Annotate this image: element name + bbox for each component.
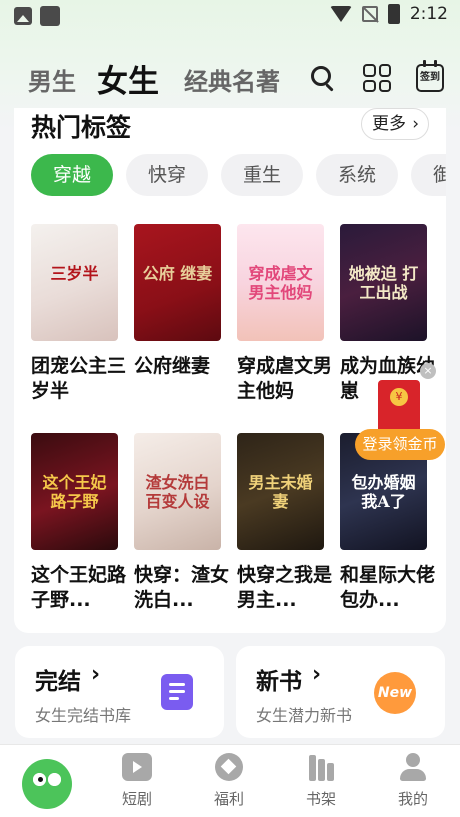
cover-text: 三岁半 [50, 264, 99, 283]
new-badge-icon: New [374, 672, 416, 714]
chevron-right-icon: › [312, 662, 322, 687]
bookshelf-icon [306, 753, 336, 781]
card-title: 完结 [35, 669, 81, 695]
user-icon [398, 753, 428, 781]
cover-text: 包办婚姻 我A了 [351, 473, 416, 511]
red-packet-icon[interactable] [378, 380, 420, 434]
book-title[interactable]: 快穿：渣女洗白... [134, 563, 234, 613]
checkin-label: 签到 [420, 72, 440, 83]
app-logo-icon[interactable] [22, 759, 72, 809]
nav-short-drama[interactable]: 短剧 [107, 753, 167, 809]
gallery-notification-icon [14, 7, 32, 25]
chip-chongsheng[interactable]: 重生 [221, 154, 304, 196]
nav-label: 福利 [213, 790, 244, 808]
book-item[interactable]: 渣女洗白 百变人设 快穿：渣女洗白... [134, 433, 229, 613]
book-cover[interactable]: 公府 继妻 [134, 224, 221, 341]
tab-classics[interactable]: 经典名著 [184, 62, 280, 97]
chip-yushou[interactable]: 御兽 [411, 154, 446, 196]
cover-text: 她被迫 打工出战 [348, 264, 419, 302]
cover-text: 渣女洗白 百变人设 [145, 473, 210, 511]
nav-welfare[interactable]: 福利 [199, 753, 259, 809]
completed-books-card[interactable]: 完结 › 女生完结书库 [15, 646, 224, 738]
chevron-right-icon: › [91, 662, 101, 687]
book-cover[interactable]: 男主未婚妻 [237, 433, 324, 550]
book-title[interactable]: 这个王妃路子野... [31, 563, 131, 613]
wifi-icon [329, 6, 352, 22]
calendar-checkin-icon[interactable]: 签到 [416, 60, 444, 92]
nav-label: 书架 [305, 790, 336, 808]
status-bar: 2:12 [0, 0, 460, 34]
tab-male[interactable]: 男生 [28, 62, 76, 97]
book-cover[interactable]: 穿成虐文 男主他妈 [237, 224, 324, 341]
document-icon [161, 674, 193, 710]
close-icon[interactable]: × [420, 363, 436, 379]
more-button[interactable]: 更多 › [361, 108, 429, 140]
book-title[interactable]: 和星际大佬包办... [340, 563, 440, 613]
tab-female[interactable]: 女生 [97, 56, 159, 101]
new-books-card[interactable]: 新书 › 女生潜力新书 New [236, 646, 445, 738]
bottom-navigation: 短剧 福利 书架 我的 [0, 744, 460, 817]
hot-tags-card: 热门标签 更多 › 穿越 快穿 重生 系统 御兽 三岁半 团宠公主三岁半 公府 … [14, 108, 446, 633]
more-label: 更多 [372, 114, 406, 134]
book-item[interactable]: 男主未婚妻 快穿之我是男主... [237, 433, 332, 613]
book-title[interactable]: 公府继妻 [134, 354, 234, 404]
battery-icon [387, 4, 400, 24]
chevron-right-icon: › [412, 114, 419, 134]
login-reward-button[interactable]: 登录领金币 [355, 429, 445, 460]
tv-icon [122, 753, 152, 781]
book-item[interactable]: 公府 继妻 公府继妻 [134, 224, 221, 404]
book-cover[interactable]: 她被迫 打工出战 [340, 224, 427, 341]
cover-text: 这个王妃 路子野 [42, 473, 107, 511]
nav-label: 我的 [397, 790, 428, 808]
book-title[interactable]: 团宠公主三岁半 [31, 354, 131, 404]
book-item[interactable]: 这个王妃 路子野 这个王妃路子野... [31, 433, 126, 613]
card-subtitle: 女生完结书库 [35, 706, 132, 725]
book-item[interactable]: 包办婚姻 我A了 和星际大佬包办... [340, 433, 435, 613]
nav-bookshelf[interactable]: 书架 [291, 753, 351, 809]
book-item[interactable]: 她被迫 打工出战 成为血族幼崽 [340, 224, 435, 404]
book-cover[interactable]: 这个王妃 路子野 [31, 433, 118, 550]
card-subtitle: 女生潜力新书 [256, 706, 353, 725]
nav-label: 短剧 [121, 790, 152, 808]
top-tabs-header: 男生 女生 经典名著 签到 [0, 50, 460, 106]
no-signal-icon [361, 6, 378, 22]
grid-icon[interactable] [363, 64, 391, 92]
status-time: 2:12 [409, 4, 448, 24]
book-item[interactable]: 穿成虐文 男主他妈 穿成虐文男主他妈 [237, 224, 332, 404]
tag-chips: 穿越 快穿 重生 系统 御兽 [31, 154, 446, 196]
search-icon[interactable] [309, 64, 337, 92]
book-cover[interactable]: 三岁半 [31, 224, 118, 341]
cover-text: 穿成虐文 男主他妈 [248, 264, 313, 302]
chip-chuanyue[interactable]: 穿越 [31, 154, 114, 196]
book-cover[interactable]: 渣女洗白 百变人设 [134, 433, 221, 550]
section-title: 热门标签 [31, 113, 132, 142]
book-item[interactable]: 三岁半 团宠公主三岁半 [31, 224, 126, 404]
card-title: 新书 [256, 669, 302, 695]
cover-text: 公府 继妻 [142, 264, 213, 283]
chip-xitong[interactable]: 系统 [316, 154, 399, 196]
book-title[interactable]: 穿成虐文男主他妈 [237, 354, 337, 404]
chip-kuaichuan[interactable]: 快穿 [126, 154, 209, 196]
app-notification-icon [40, 6, 60, 26]
gift-icon [215, 753, 243, 781]
book-title[interactable]: 快穿之我是男主... [237, 563, 337, 613]
nav-mine[interactable]: 我的 [383, 753, 443, 809]
cover-text: 男主未婚妻 [248, 473, 313, 511]
